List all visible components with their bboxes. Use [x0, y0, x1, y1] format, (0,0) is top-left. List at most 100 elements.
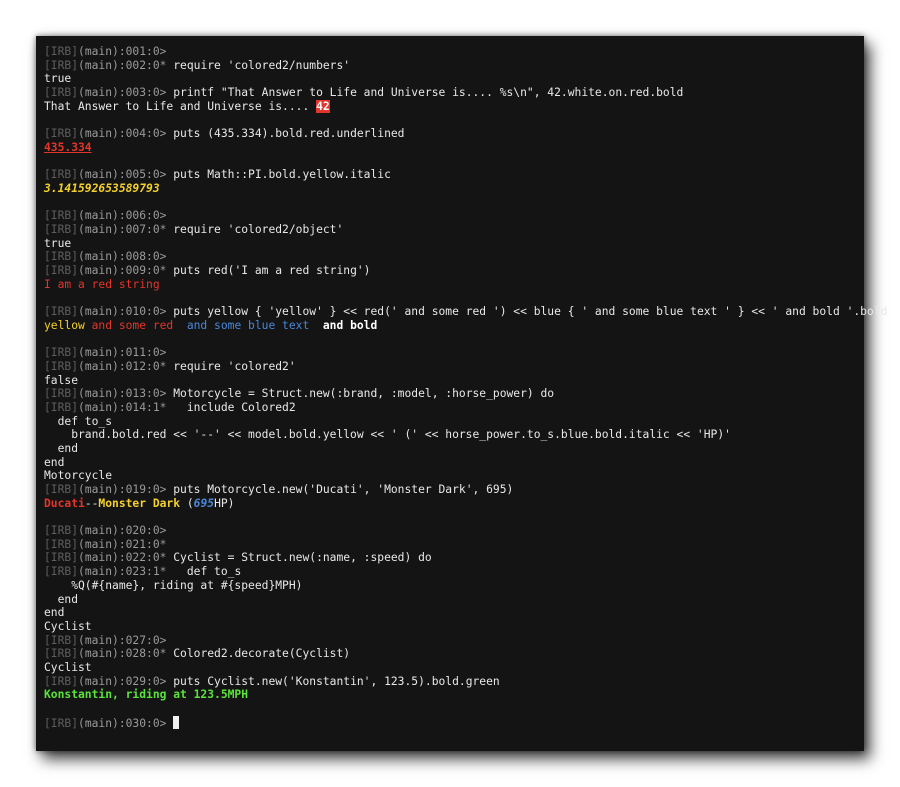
terminal-line: [IRB](main):001:0>	[44, 45, 858, 59]
irb-tag: [IRB]	[44, 633, 79, 647]
irb-prompt: (main):003:0>	[78, 86, 167, 100]
terminal-line: end	[44, 593, 858, 607]
terminal-line: 3.141592653589793	[44, 182, 858, 196]
irb-prompt: (main):014:1*	[78, 400, 167, 414]
irb-tag: [IRB]	[44, 168, 79, 182]
irb-prompt: (main):001:0>	[78, 45, 167, 58]
command-text: puts red('I am a red string')	[166, 264, 371, 277]
command-text: Colored2.decorate(Cyclist)	[166, 647, 351, 661]
irb-tag: [IRB]	[44, 127, 79, 141]
text-cursor[interactable]	[173, 715, 180, 729]
terminal-window[interactable]: [IRB](main):001:0> [IRB](main):002:0* req…	[36, 36, 887, 751]
output-segment: 695	[193, 496, 215, 510]
irb-tag: [IRB]	[44, 716, 79, 730]
terminal-line: [IRB](main):012:0* require 'colored2'	[44, 360, 858, 374]
terminal-line: [IRB](main):008:0>	[44, 250, 858, 264]
irb-tag: [IRB]	[44, 58, 79, 72]
terminal-line: [IRB](main):027:0>	[44, 634, 858, 648]
terminal-line: That Answer to Life and Universe is.... …	[44, 99, 858, 114]
output-text: false	[44, 373, 79, 387]
output-segment: and bold	[316, 318, 385, 332]
terminal-line: [IRB](main):007:0* require 'colored2/obj…	[44, 223, 858, 237]
irb-tag: [IRB]	[44, 483, 79, 496]
output-text: brand.bold.red << '--' << model.bold.yel…	[44, 428, 731, 442]
irb-tag: [IRB]	[44, 565, 79, 579]
irb-tag: [IRB]	[44, 305, 79, 319]
command-text: def to_s	[166, 565, 242, 579]
terminal-line: end	[44, 442, 858, 456]
command-text: Motorcycle = Struct.new(:brand, :model, …	[166, 387, 555, 401]
irb-prompt: (main):010:0>	[78, 305, 167, 319]
terminal-line: [IRB](main):029:0> puts Cyclist.new('Kon…	[44, 675, 858, 689]
terminal-line: [IRB](main):011:0>	[44, 346, 858, 360]
terminal-line: [IRB](main):021:0*	[44, 538, 858, 552]
output-segment: --	[84, 496, 99, 510]
command-text: require 'colored2'	[166, 359, 296, 373]
output-segment: Konstantin, riding at 123.5MPH	[44, 688, 249, 702]
irb-tag: [IRB]	[44, 45, 79, 58]
irb-prompt: (main):019:0>	[78, 483, 167, 496]
terminal-line: [IRB](main):004:0> puts (435.334).bold.r…	[44, 127, 858, 141]
output-text: Cyclist	[44, 619, 92, 633]
terminal-line: Cyclist	[44, 620, 858, 634]
output-text: end	[44, 592, 79, 606]
output-text: true	[44, 72, 72, 86]
output-segment: 3.141592653589793	[44, 181, 160, 195]
irb-prompt: (main):030:0>	[78, 716, 167, 730]
command-text: puts Motorcycle.new('Ducati', 'Monster D…	[166, 483, 514, 496]
irb-prompt: (main):022:0*	[78, 551, 167, 565]
terminal-line: [IRB](main):020:0>	[44, 524, 858, 538]
terminal-line: [IRB](main):003:0> printf "That Answer t…	[44, 86, 858, 100]
irb-prompt: (main):029:0>	[78, 674, 167, 688]
irb-tag: [IRB]	[44, 222, 79, 236]
command-text: puts Cyclist.new('Konstantin', 123.5).bo…	[166, 674, 500, 688]
output-segment: (	[180, 496, 194, 510]
terminal-line: true	[44, 72, 858, 86]
command-text: include Colored2	[166, 400, 296, 414]
terminal-line: I am a red string	[44, 278, 858, 292]
output-text: %Q(#{name}, riding at #{speed}MPH)	[44, 578, 303, 592]
terminal-line: def to_s	[44, 415, 858, 429]
irb-tag: [IRB]	[44, 209, 79, 223]
output-text: end	[44, 606, 65, 620]
irb-tag: [IRB]	[44, 551, 79, 565]
irb-prompt: (main):027:0>	[78, 633, 167, 647]
terminal-line: end	[44, 606, 858, 620]
output-segment: Monster Dark	[98, 496, 181, 510]
irb-prompt: (main):004:0>	[78, 127, 167, 141]
irb-tag: [IRB]	[44, 387, 79, 401]
terminal-line: %Q(#{name}, riding at #{speed}MPH)	[44, 579, 858, 593]
terminal-line: [IRB](main):023:1* def to_s	[44, 565, 858, 579]
command-text: require 'colored2/numbers'	[166, 58, 351, 72]
terminal-line: Ducati--Monster Dark (695HP)	[44, 497, 858, 511]
output-text: That Answer to Life and Universe is....	[44, 99, 317, 113]
irb-tag: [IRB]	[44, 674, 79, 688]
terminal-line: [IRB](main):010:0> puts yellow { 'yellow…	[44, 305, 887, 319]
terminal-line: [IRB](main):014:1* include Colored2	[44, 401, 858, 415]
command-text: puts Math::PI.bold.yellow.italic	[166, 168, 391, 182]
irb-tag: [IRB]	[44, 400, 79, 414]
terminal-line: [IRB](main):006:0>	[44, 209, 858, 223]
output-text: true	[44, 236, 72, 250]
output-text: Motorcycle	[44, 469, 113, 483]
output-text: end	[44, 455, 65, 469]
terminal-line: [IRB](main):002:0* require 'colored2/num…	[44, 59, 858, 73]
irb-tag: [IRB]	[44, 537, 79, 551]
terminal-output: [IRB](main):001:0> [IRB](main):002:0* req…	[44, 45, 887, 730]
irb-tag: [IRB]	[44, 647, 79, 661]
irb-prompt: (main):028:0*	[78, 647, 167, 661]
irb-prompt: (main):011:0>	[78, 346, 167, 360]
irb-tag: [IRB]	[44, 359, 79, 373]
terminal-line: Motorcycle	[44, 469, 858, 483]
terminal-line: [IRB](main):005:0> puts Math::PI.bold.ye…	[44, 168, 858, 182]
command-text: require 'colored2/object'	[166, 222, 344, 236]
terminal-line: [IRB](main):030:0>	[44, 715, 858, 730]
output-segment: Ducati	[44, 496, 85, 510]
command-text: Cyclist = Struct.new(:name, :speed) do	[166, 551, 432, 565]
irb-prompt: (main):006:0>	[78, 209, 167, 223]
terminal-line: Cyclist	[44, 661, 858, 675]
